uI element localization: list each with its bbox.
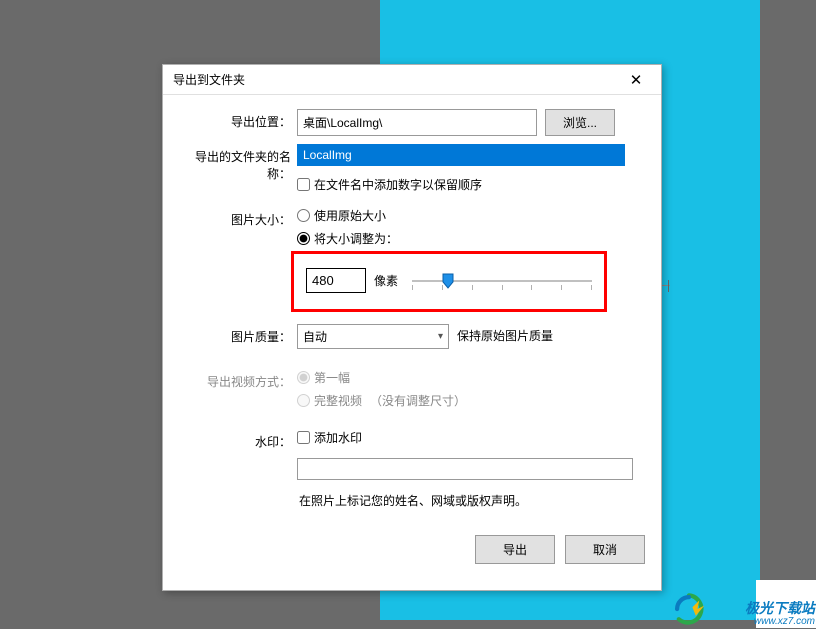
label-video: 导出视频方式：: [179, 369, 297, 390]
slider-track: [412, 280, 592, 282]
slider-ticks: [412, 285, 592, 290]
label-watermark: 水印：: [179, 429, 297, 450]
size-slider[interactable]: [412, 271, 592, 291]
cancel-button[interactable]: 取消: [565, 535, 645, 564]
row-image-size: 图片大小： 使用原始大小 将大小调整为： 像素: [179, 207, 645, 312]
radio-full-label: 完整视频: [314, 392, 362, 409]
radio-resize-label: 将大小调整为：: [314, 230, 398, 247]
quality-value: 自动: [303, 328, 327, 345]
browse-button[interactable]: 浏览...: [545, 109, 615, 136]
dialog-title: 导出到文件夹: [173, 71, 617, 88]
close-icon: ✕: [630, 71, 643, 89]
pixel-unit-label: 像素: [374, 272, 398, 289]
label-quality: 图片质量：: [179, 324, 297, 345]
watermark-checkbox-wrap[interactable]: 添加水印: [297, 429, 362, 446]
row-folder-name: 导出的文件夹的名称： LocalImg 在文件名中添加数字以保留顺序: [179, 144, 645, 199]
label-image-size: 图片大小：: [179, 207, 297, 228]
radio-resize[interactable]: 将大小调整为：: [297, 230, 398, 247]
label-folder-name: 导出的文件夹的名称：: [179, 144, 297, 182]
brand-logo-icon: [672, 592, 706, 626]
brand-url: www.xz7.com: [745, 616, 815, 627]
radio-full-video: 完整视频 （没有调整尺寸）: [297, 392, 466, 409]
radio-full-note: （没有调整尺寸）: [370, 392, 466, 409]
export-dialog: 导出到文件夹 ✕ 导出位置： 浏览... 导出的文件夹的名称： LocalImg…: [162, 64, 662, 591]
preserve-order-checkbox[interactable]: [297, 178, 310, 191]
quality-select[interactable]: 自动 ▾: [297, 324, 449, 349]
radio-first-label: 第一幅: [314, 369, 350, 386]
radio-first-frame: 第一幅: [297, 369, 350, 386]
radio-original-size[interactable]: 使用原始大小: [297, 207, 386, 224]
resize-highlight-box: 像素: [291, 251, 607, 312]
row-watermark: 水印： 添加水印 在照片上标记您的姓名、网域或版权声明。: [179, 429, 645, 509]
titlebar: 导出到文件夹 ✕: [163, 65, 661, 95]
preserve-order-label: 在文件名中添加数字以保留顺序: [314, 176, 482, 193]
row-video: 导出视频方式： 第一幅 完整视频 （没有调整尺寸）: [179, 369, 645, 415]
radio-original-label: 使用原始大小: [314, 207, 386, 224]
slider-overflow-tick: [668, 280, 669, 292]
close-button[interactable]: ✕: [617, 67, 655, 93]
row-quality: 图片质量： 自动 ▾ 保持原始图片质量: [179, 324, 645, 349]
brand-name: 极光下载站: [745, 601, 815, 616]
export-button[interactable]: 导出: [475, 535, 555, 564]
dialog-content: 导出位置： 浏览... 导出的文件夹的名称： LocalImg 在文件名中添加数…: [163, 95, 661, 580]
location-input[interactable]: [297, 109, 537, 136]
brand-watermark: 极光下载站 www.xz7.com: [745, 601, 815, 627]
watermark-checkbox[interactable]: [297, 431, 310, 444]
watermark-note: 在照片上标记您的姓名、网域或版权声明。: [299, 492, 645, 509]
folder-name-input[interactable]: LocalImg: [298, 145, 624, 165]
slider-thumb[interactable]: [442, 273, 454, 289]
watermark-checkbox-label: 添加水印: [314, 429, 362, 446]
row-location: 导出位置： 浏览...: [179, 109, 645, 136]
pixel-input[interactable]: [306, 268, 366, 293]
quality-note: 保持原始图片质量: [457, 324, 553, 349]
chevron-down-icon: ▾: [438, 331, 443, 342]
watermark-text-input[interactable]: [297, 458, 633, 480]
label-location: 导出位置：: [179, 109, 297, 130]
dialog-footer: 导出 取消: [179, 535, 645, 564]
